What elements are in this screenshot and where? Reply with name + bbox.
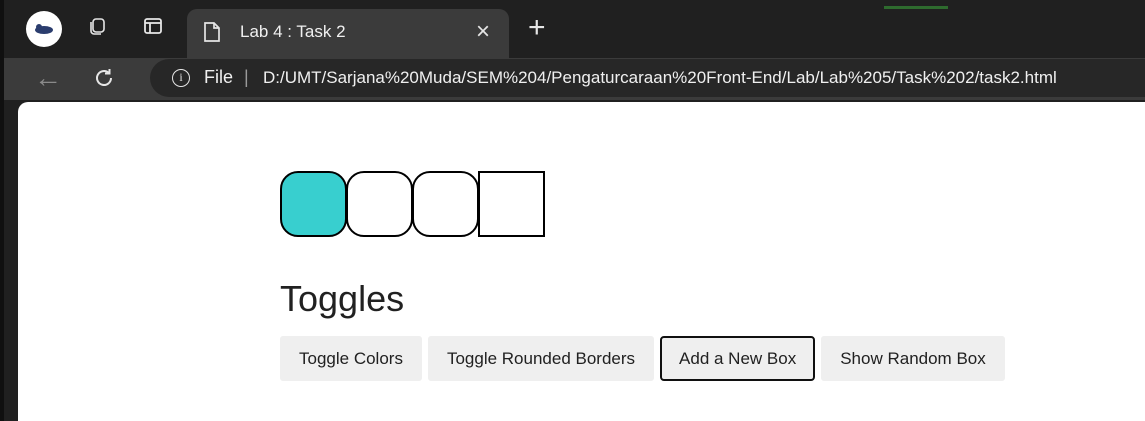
tab-actions-icon[interactable] <box>140 16 166 42</box>
browser-window: Lab 4 : Task 2 × + ← i File | D:/UMT/Sar… <box>0 0 1145 421</box>
toggle-colors-button[interactable]: Toggle Colors <box>280 336 422 381</box>
accent-mark <box>884 6 948 9</box>
toggle-rounded-borders-button[interactable]: Toggle Rounded Borders <box>427 336 655 381</box>
page-viewport: Toggles Toggle Colors Toggle Rounded Bor… <box>18 102 1145 421</box>
new-tab-icon[interactable]: + <box>528 12 546 44</box>
box-3 <box>412 171 479 237</box>
tab-close-icon[interactable]: × <box>476 17 490 47</box>
profile-avatar-icon[interactable] <box>26 11 62 47</box>
tab-strip: Lab 4 : Task 2 × + <box>4 0 1145 58</box>
box-1 <box>280 171 347 237</box>
address-bar[interactable]: i File | D:/UMT/Sarjana%20Muda/SEM%204/P… <box>150 59 1145 97</box>
url-text[interactable]: D:/UMT/Sarjana%20Muda/SEM%204/Pengaturca… <box>263 68 1057 88</box>
info-icon[interactable]: i <box>172 69 190 87</box>
box-4 <box>478 171 545 237</box>
scheme-label: File <box>204 67 234 87</box>
navigation-bar: ← i File | D:/UMT/Sarjana%20Muda/SEM%204… <box>4 58 1145 100</box>
tab-title: Lab 4 : Task 2 <box>240 22 346 41</box>
add-new-box-button[interactable]: Add a New Box <box>660 336 816 381</box>
reload-icon[interactable] <box>92 62 116 97</box>
toggle-button-row: Toggle Colors Toggle Rounded Borders Add… <box>280 336 1011 381</box>
box-2 <box>346 171 413 237</box>
workspaces-icon[interactable] <box>84 16 110 42</box>
back-icon[interactable]: ← <box>34 62 62 94</box>
page-heading: Toggles <box>280 278 405 319</box>
tab-active[interactable]: Lab 4 : Task 2 × <box>187 9 509 58</box>
box-container <box>280 171 545 237</box>
document-icon <box>204 22 220 42</box>
address-separator: | <box>244 67 249 87</box>
show-random-box-button[interactable]: Show Random Box <box>821 336 1005 381</box>
